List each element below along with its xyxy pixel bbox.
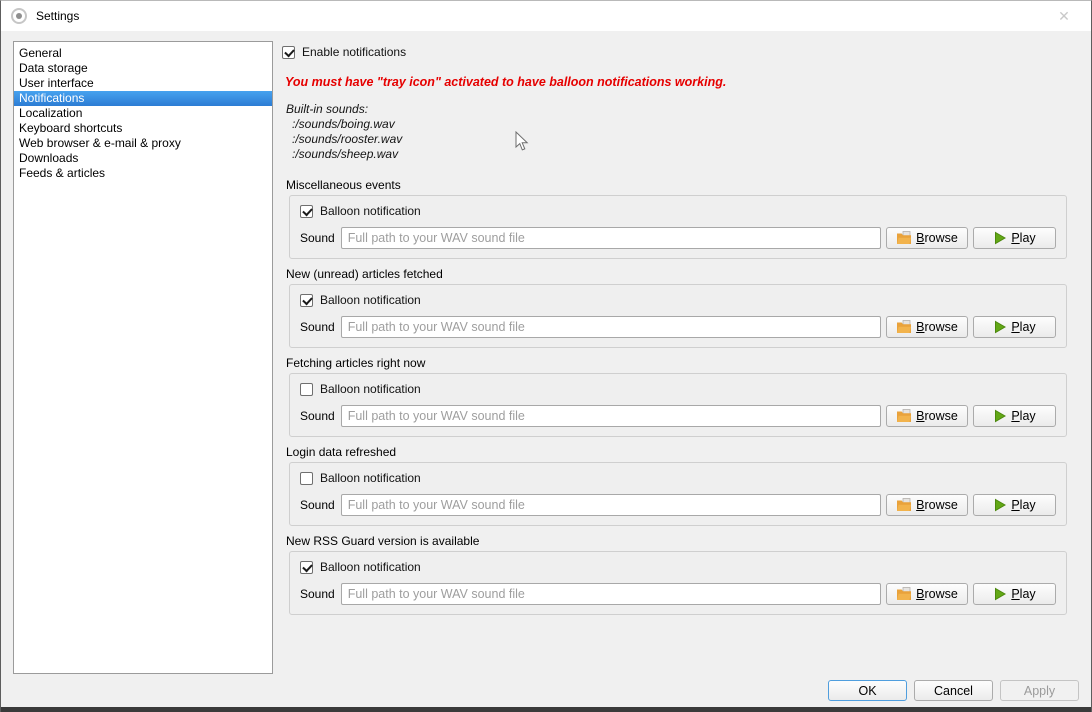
balloon-notification-checkbox[interactable] [300,472,313,485]
settings-window: Settings ✕ General Data storage User int… [0,0,1092,712]
builtin-sounds-heading: Built-in sounds: [286,102,402,117]
builtin-sound-path: :/sounds/boing.wav [286,117,402,132]
settings-category-list: General Data storage User interface Noti… [13,41,273,674]
sidebar-item-notifications[interactable]: Notifications [14,91,272,106]
enable-notifications-row: Enable notifications [282,45,406,59]
builtin-sound-path: :/sounds/rooster.wav [286,132,402,147]
ok-button[interactable]: OK [828,680,907,701]
sound-path-input[interactable] [341,494,881,516]
sidebar-item-data-storage[interactable]: Data storage [14,61,272,76]
sound-label: Sound [300,231,336,245]
section-group-box: Balloon notification Sound Browse Play [289,195,1067,259]
sound-label: Sound [300,587,336,601]
sidebar-item-web-browser-email-proxy[interactable]: Web browser & e-mail & proxy [14,136,272,151]
section-title: Login data refreshed [285,446,1067,462]
folder-icon [896,230,912,246]
play-icon [993,587,1007,601]
browse-button[interactable]: Browse [886,494,968,516]
play-icon [993,409,1007,423]
sidebar-item-general[interactable]: General [14,46,272,61]
section-title: Miscellaneous events [285,179,1067,195]
section-login-data-refreshed: Login data refreshed Balloon notificatio… [285,446,1067,526]
builtin-sounds-block: Built-in sounds: :/sounds/boing.wav :/so… [286,102,402,162]
browse-button[interactable]: Browse [886,316,968,338]
section-group-box: Balloon notification Sound Browse Play [289,462,1067,526]
sound-label: Sound [300,320,336,334]
dialog-body: General Data storage User interface Noti… [1,31,1091,707]
close-button[interactable]: ✕ [1047,1,1081,31]
sound-path-input[interactable] [341,583,881,605]
play-icon [993,498,1007,512]
section-group-box: Balloon notification Sound Browse Play [289,284,1067,348]
section-new-version-available: New RSS Guard version is available Ballo… [285,535,1067,615]
browse-button[interactable]: Browse [886,227,968,249]
sound-path-input[interactable] [341,227,881,249]
section-fetching-articles: Fetching articles right now Balloon noti… [285,357,1067,437]
play-button[interactable]: Play [973,583,1056,605]
play-icon [993,231,1007,245]
title-bar: Settings ✕ [1,1,1091,31]
folder-icon [896,586,912,602]
window-title: Settings [36,9,79,23]
play-icon [993,320,1007,334]
browse-button[interactable]: Browse [886,405,968,427]
browse-button[interactable]: Browse [886,583,968,605]
balloon-notification-label: Balloon notification [320,382,421,396]
close-icon: ✕ [1058,8,1070,25]
sidebar-item-localization[interactable]: Localization [14,106,272,121]
settings-gear-icon [11,8,27,24]
section-title: New RSS Guard version is available [285,535,1067,551]
window-bottom-edge [1,707,1091,712]
sound-label: Sound [300,409,336,423]
section-title: Fetching articles right now [285,357,1067,373]
apply-button[interactable]: Apply [1000,680,1079,701]
balloon-notification-checkbox[interactable] [300,561,313,574]
balloon-notification-checkbox[interactable] [300,205,313,218]
section-group-box: Balloon notification Sound Browse Play [289,551,1067,615]
section-group-box: Balloon notification Sound Browse Play [289,373,1067,437]
enable-notifications-label: Enable notifications [302,45,406,59]
folder-icon [896,408,912,424]
folder-icon [896,497,912,513]
mouse-cursor [515,131,529,155]
section-title: New (unread) articles fetched [285,268,1067,284]
sound-path-input[interactable] [341,405,881,427]
balloon-notification-label: Balloon notification [320,204,421,218]
folder-icon [896,319,912,335]
play-button[interactable]: Play [973,227,1056,249]
tray-icon-warning-text: You must have "tray icon" activated to h… [285,75,726,89]
enable-notifications-checkbox[interactable] [282,46,295,59]
section-new-articles-fetched: New (unread) articles fetched Balloon no… [285,268,1067,348]
sidebar-item-downloads[interactable]: Downloads [14,151,272,166]
balloon-notification-checkbox[interactable] [300,294,313,307]
builtin-sound-path: :/sounds/sheep.wav [286,147,402,162]
play-button[interactable]: Play [973,316,1056,338]
balloon-notification-label: Balloon notification [320,560,421,574]
sidebar-item-feeds-articles[interactable]: Feeds & articles [14,166,272,181]
balloon-notification-label: Balloon notification [320,471,421,485]
sidebar-item-keyboard-shortcuts[interactable]: Keyboard shortcuts [14,121,272,136]
balloon-notification-label: Balloon notification [320,293,421,307]
play-button[interactable]: Play [973,405,1056,427]
section-miscellaneous-events: Miscellaneous events Balloon notificatio… [285,179,1067,259]
notification-sections: Miscellaneous events Balloon notificatio… [285,179,1067,624]
dialog-footer: OK Cancel Apply [828,680,1079,701]
balloon-notification-checkbox[interactable] [300,383,313,396]
sidebar-item-user-interface[interactable]: User interface [14,76,272,91]
cancel-button[interactable]: Cancel [914,680,993,701]
sound-path-input[interactable] [341,316,881,338]
sound-label: Sound [300,498,336,512]
play-button[interactable]: Play [973,494,1056,516]
